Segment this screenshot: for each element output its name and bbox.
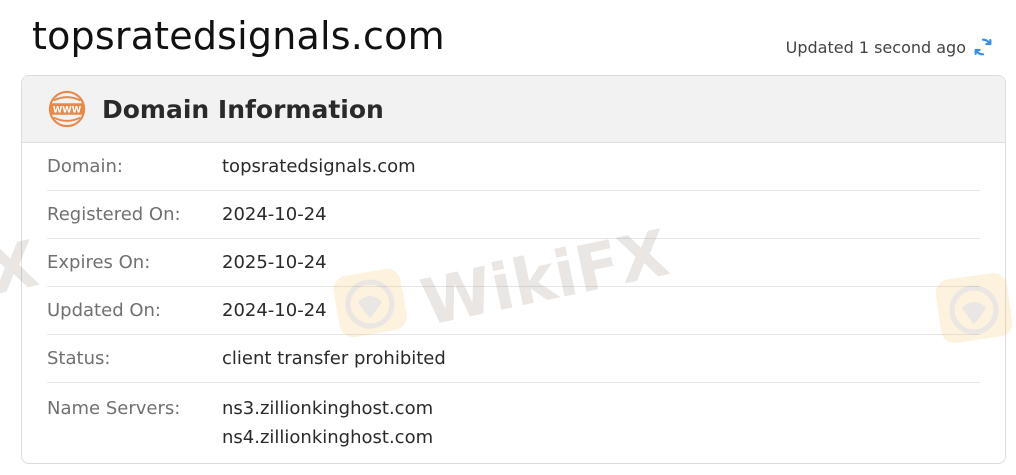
row-value: client transfer prohibited: [222, 348, 446, 369]
row-value: 2025-10-24: [222, 252, 327, 273]
name-server-item: ns4.zillionkinghost.com: [222, 427, 434, 448]
card-title: Domain Information: [102, 94, 384, 124]
row-domain: Domain: topsratedsignals.com: [47, 143, 980, 191]
row-label: Registered On:: [47, 204, 181, 225]
row-label: Status:: [47, 348, 111, 369]
row-name-servers: Name Servers: ns3.zillionkinghost.com ns…: [47, 383, 980, 452]
www-icon: WWW: [48, 90, 86, 128]
svg-text:WWW: WWW: [53, 105, 82, 115]
name-server-list: ns3.zillionkinghost.com ns4.zillionkingh…: [222, 394, 433, 452]
row-label: Expires On:: [47, 252, 151, 273]
info-rows: Domain: topsratedsignals.com Registered …: [22, 143, 1005, 452]
row-registered-on: Registered On: 2024-10-24: [47, 191, 980, 239]
row-label: Updated On:: [47, 300, 161, 321]
row-status: Status: client transfer prohibited: [47, 335, 980, 383]
update-status: Updated 1 second ago: [786, 36, 994, 58]
row-value: 2024-10-24: [222, 204, 327, 225]
updated-text: Updated 1 second ago: [785, 37, 966, 57]
page-title: topsratedsignals.com: [32, 14, 445, 58]
row-expires-on: Expires On: 2025-10-24: [47, 239, 980, 287]
row-value: 2024-10-24: [222, 300, 327, 321]
row-label: Name Servers:: [47, 398, 181, 419]
name-server-item: ns3.zillionkinghost.com: [222, 398, 434, 419]
refresh-icon[interactable]: [972, 36, 994, 58]
row-updated-on: Updated On: 2024-10-24: [47, 287, 980, 335]
card-header: WWW Domain Information: [22, 76, 1005, 143]
domain-info-card: WWW Domain Information Domain: topsrated…: [21, 75, 1006, 464]
row-value: topsratedsignals.com: [222, 156, 416, 177]
row-label: Domain:: [47, 156, 123, 177]
